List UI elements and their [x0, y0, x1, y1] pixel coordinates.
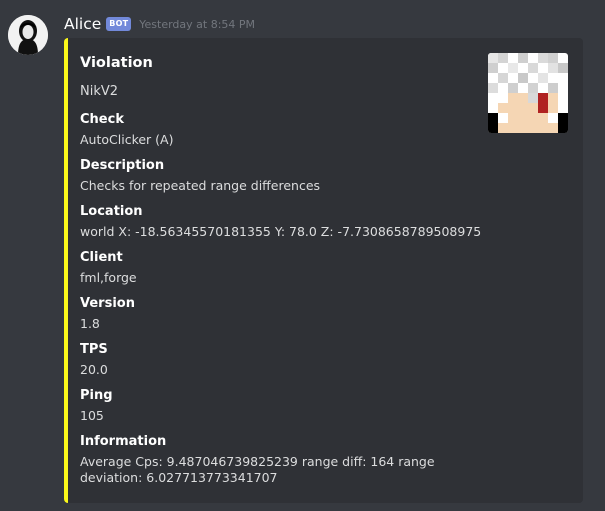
message-timestamp[interactable]: Yesterday at 8:54 PM	[139, 18, 255, 31]
embed-thumbnail[interactable]	[488, 53, 568, 133]
field-value-information: Average Cps: 9.487046739825239 range dif…	[80, 454, 435, 485]
field-name-check: Check	[80, 112, 124, 127]
violation-embed: Violation NikV2 Check AutoClicker (A) De…	[64, 38, 583, 503]
field-value-description: Checks for repeated range differences	[80, 178, 321, 193]
player-skin-head-icon	[488, 53, 568, 133]
message-header: Alice BOT Yesterday at 8:54 PM	[64, 13, 255, 35]
user-avatar[interactable]	[8, 15, 48, 55]
field-name-location: Location	[80, 204, 143, 219]
field-value-check: AutoClicker (A)	[80, 132, 174, 147]
field-name-version: Version	[80, 296, 135, 311]
author-name[interactable]: Alice	[64, 15, 101, 33]
field-value-ping: 105	[80, 408, 104, 423]
field-value-location: world X: -18.56345570181355 Y: 78.0 Z: -…	[80, 224, 482, 239]
chat-message: Alice BOT Yesterday at 8:54 PM Violation…	[0, 0, 605, 511]
field-value-version: 1.8	[80, 316, 100, 331]
embed-description: NikV2	[80, 84, 119, 99]
field-name-information: Information	[80, 434, 167, 449]
avatar-icon	[8, 15, 48, 55]
field-name-description: Description	[80, 158, 165, 173]
field-name-client: Client	[80, 250, 123, 265]
field-name-tps: TPS	[80, 342, 108, 357]
bot-badge: BOT	[106, 17, 132, 31]
embed-title: Violation	[80, 55, 153, 71]
field-name-ping: Ping	[80, 388, 113, 403]
field-value-client: fml,forge	[80, 270, 137, 285]
field-value-tps: 20.0	[80, 362, 108, 377]
